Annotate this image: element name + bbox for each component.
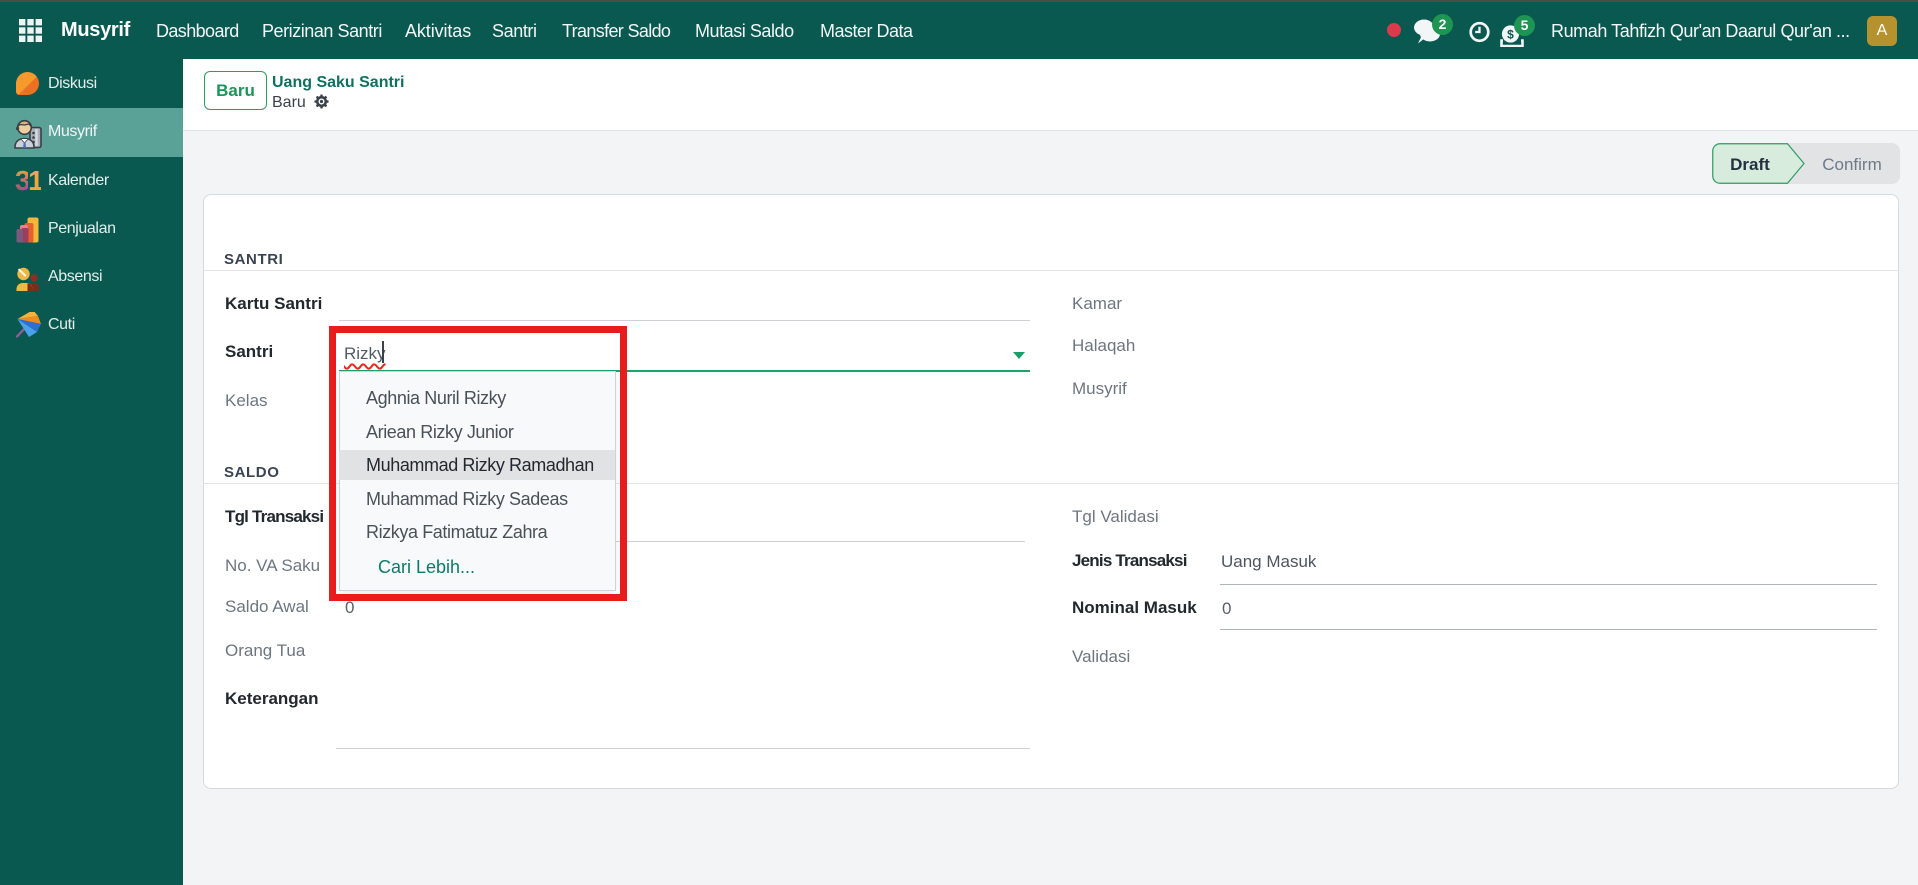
- svg-text:Draft: Draft: [1730, 155, 1770, 174]
- svg-text:$: $: [1507, 27, 1514, 41]
- svg-text:Confirm: Confirm: [1822, 155, 1882, 174]
